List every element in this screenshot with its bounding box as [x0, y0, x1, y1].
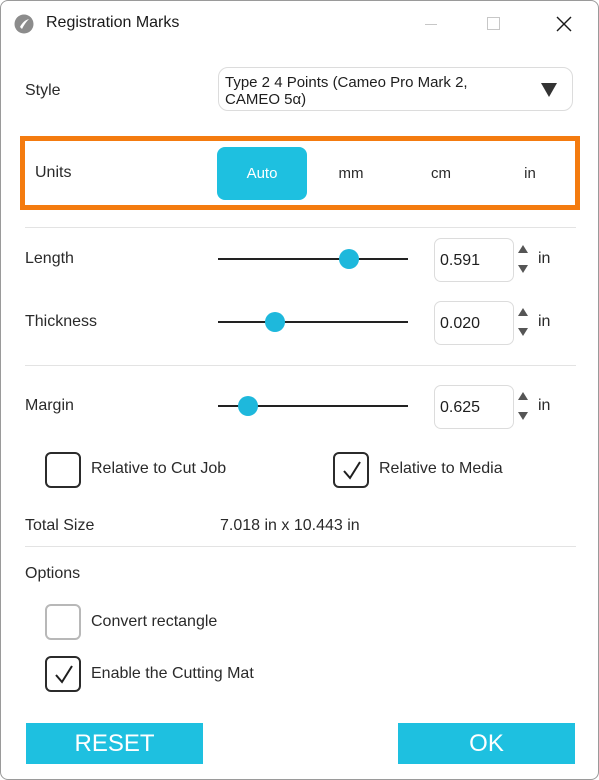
units-option-cm[interactable]: cm [396, 147, 486, 200]
slider-thumb[interactable] [339, 249, 360, 269]
registration-marks-dialog: Registration Marks Style Type 2 4 Points… [0, 0, 599, 780]
units-option-in[interactable]: in [485, 147, 575, 200]
checkmark-icon [55, 665, 73, 684]
relative-to-media-checkbox[interactable] [333, 452, 369, 488]
thickness-value: 0.020 [440, 315, 481, 332]
relative-to-media-label: Relative to Media [379, 460, 503, 477]
margin-unit: in [538, 397, 551, 414]
units-option-auto[interactable]: Auto [217, 147, 307, 200]
total-size-label: Total Size [25, 517, 95, 534]
style-dropdown[interactable]: Type 2 4 Points (Cameo Pro Mark 2, CAMEO… [218, 67, 573, 111]
thickness-spinner[interactable] [517, 305, 529, 341]
close-button[interactable] [541, 1, 587, 47]
spin-down-icon[interactable] [518, 412, 528, 420]
spin-down-icon[interactable] [518, 265, 528, 273]
window-title: Registration Marks [46, 14, 180, 31]
relative-to-cut-job-label: Relative to Cut Job [91, 460, 227, 477]
maximize-button[interactable] [471, 1, 517, 47]
total-size-value: 7.018 in x 10.443 in [220, 517, 360, 534]
margin-label: Margin [25, 397, 74, 414]
divider [25, 365, 576, 366]
divider [25, 546, 576, 547]
length-spinner[interactable] [517, 242, 529, 278]
convert-rectangle-label: Convert rectangle [91, 613, 218, 630]
spin-up-icon[interactable] [518, 392, 528, 400]
slider-track [218, 258, 408, 260]
style-label: Style [25, 82, 61, 99]
minimize-button[interactable] [409, 1, 455, 47]
length-slider[interactable] [218, 249, 408, 269]
length-unit: in [538, 250, 551, 267]
convert-rectangle-checkbox[interactable] [45, 604, 81, 640]
margin-value: 0.625 [440, 399, 481, 416]
units-label: Units [35, 164, 72, 181]
length-input[interactable]: 0.591 [434, 238, 514, 282]
length-label: Length [25, 250, 74, 267]
thickness-unit: in [538, 313, 551, 330]
units-option-mm[interactable]: mm [306, 147, 396, 200]
app-icon [14, 14, 34, 34]
divider [25, 227, 576, 228]
maximize-icon [487, 17, 500, 30]
enable-cutting-mat-checkbox[interactable] [45, 656, 81, 692]
relative-to-cut-job-checkbox[interactable] [45, 452, 81, 488]
thickness-slider[interactable] [218, 312, 408, 332]
margin-spinner[interactable] [517, 389, 529, 425]
thickness-label: Thickness [25, 313, 98, 330]
spin-down-icon[interactable] [518, 328, 528, 336]
style-selected-value: Type 2 4 Points (Cameo Pro Mark 2, CAMEO… [225, 74, 468, 108]
margin-slider[interactable] [218, 396, 408, 416]
slider-thumb[interactable] [265, 312, 285, 332]
minimize-icon [425, 24, 437, 25]
spin-up-icon[interactable] [518, 308, 528, 316]
title-bar: Registration Marks [1, 1, 598, 47]
margin-input[interactable]: 0.625 [434, 385, 514, 429]
slider-track [218, 321, 408, 323]
slider-thumb[interactable] [238, 396, 259, 416]
dropdown-arrow-icon [541, 83, 557, 97]
enable-cutting-mat-label: Enable the Cutting Mat [91, 665, 254, 682]
ok-button[interactable]: OK [398, 723, 575, 764]
options-label: Options [25, 565, 81, 582]
length-value: 0.591 [440, 252, 481, 269]
close-icon [556, 16, 572, 32]
spin-up-icon[interactable] [518, 245, 528, 253]
reset-button[interactable]: RESET [26, 723, 203, 764]
thickness-input[interactable]: 0.020 [434, 301, 514, 345]
checkmark-icon [343, 461, 361, 480]
